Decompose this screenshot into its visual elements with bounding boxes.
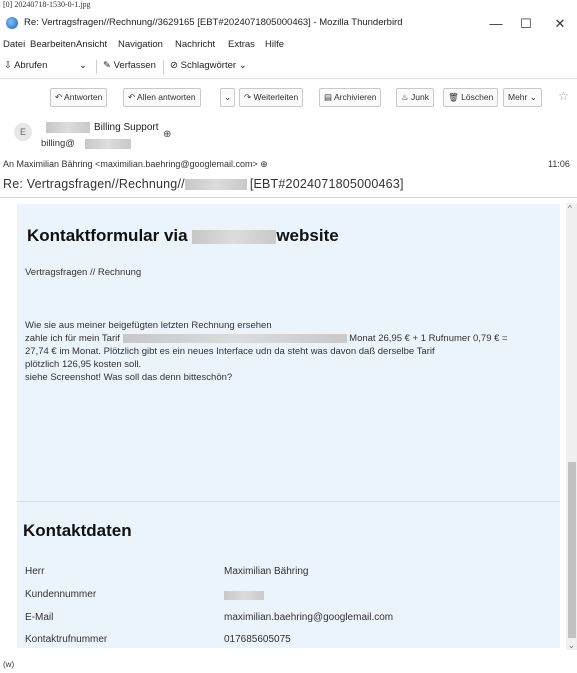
contact-icon[interactable]: ⊕ — [163, 129, 171, 140]
redacted-sender-email — [85, 139, 131, 149]
form-heading: Kontaktformular via website — [27, 226, 339, 246]
redacted-sender-name — [46, 122, 90, 133]
junk-label: Junk — [411, 92, 429, 102]
menu-nachricht[interactable]: Nachricht — [175, 39, 215, 50]
menu-datei[interactable]: Datei — [3, 39, 25, 50]
from-email[interactable]: billing@ — [41, 138, 75, 149]
more-label: Mehr — [508, 92, 528, 102]
forward-button[interactable]: ↷ Weiterleiten — [239, 88, 304, 107]
heading-prefix: Kontaktformular via — [27, 226, 188, 245]
reply-all-label: Allen antworten — [137, 92, 196, 102]
reply-all-dropdown[interactable]: ⌄ — [220, 88, 236, 107]
to-line: An Maximilian Bähring <maximilian.baehri… — [3, 159, 268, 170]
contact-value: Maximilian Bähring — [224, 566, 309, 577]
menu-bar: Datei Bearbeiten Ansicht Navigation Nach… — [0, 36, 577, 54]
star-icon[interactable]: ☆ — [558, 89, 569, 103]
menu-extras[interactable]: Extras — [228, 39, 255, 50]
scroll-down-icon[interactable]: ⌄ — [568, 641, 575, 650]
reply-button[interactable]: ↶ Antworten — [50, 88, 108, 107]
message-time: 11:06 — [548, 159, 570, 169]
archive-label: Archivieren — [333, 92, 377, 102]
to-label: An — [3, 159, 15, 169]
delete-button[interactable]: 🗑 Löschen — [443, 88, 499, 107]
title-bar: Re: Vertragsfragen//Rechnung//3629165 [E… — [0, 12, 577, 36]
contact-label: Kontaktrufnummer — [25, 634, 108, 645]
chevron-down-icon: ⌄ — [238, 60, 247, 71]
body-line: 27,74 € im Monat. Plötzlich gibt es ein … — [25, 346, 435, 357]
minimize-button[interactable]: — — [483, 14, 509, 34]
thunderbird-icon — [6, 17, 18, 29]
junk-icon: ♨ — [401, 92, 409, 102]
compose-label: Verfassen — [113, 60, 156, 71]
section-divider — [17, 501, 560, 502]
reply-all-icon: ↶ — [128, 92, 136, 102]
fetch-icon: ⇩ — [4, 60, 12, 71]
menu-navigation[interactable]: Navigation — [118, 39, 163, 50]
archive-button[interactable]: ▤ Archivieren — [319, 88, 382, 107]
contact-label: Kundennummer — [25, 589, 97, 600]
maximize-button[interactable]: ☐ — [513, 14, 539, 34]
more-button[interactable]: Mehr ⌄ — [503, 88, 542, 107]
status-bar: (w) — [3, 660, 15, 669]
from-name[interactable]: Billing Support — [94, 122, 158, 133]
body-line: plötzlich 126,95 kosten soll. — [25, 359, 142, 370]
tags-button[interactable]: ⊘ Schlagwörter ⌄ — [170, 60, 247, 71]
toolbar-separator — [96, 60, 97, 74]
reply-label: Antworten — [64, 92, 103, 102]
heading-suffix: website — [276, 226, 339, 245]
avatar: E — [14, 123, 32, 141]
reply-icon: ↶ — [55, 92, 63, 102]
window-title: Re: Vertragsfragen//Rechnung//3629165 [E… — [24, 17, 403, 28]
main-toolbar: ⇩ Abrufen ⌄ ✎ Verfassen ⊘ Schlagwörter ⌄ — [0, 56, 577, 79]
scroll-up-icon[interactable]: ^ — [568, 204, 572, 213]
message-subject: Re: Vertragsfragen//Rechnung// [EBT#20240… — [3, 177, 404, 191]
fetch-button[interactable]: ⇩ Abrufen — [4, 60, 47, 71]
pencil-icon: ✎ — [103, 60, 111, 71]
ticket-id: [EBT#2024071805000463] — [249, 177, 404, 191]
tags-label: Schlagwörter — [180, 60, 237, 71]
chevron-down-icon: ⌄ — [224, 92, 232, 102]
contact-icon[interactable]: ⊕ — [260, 159, 268, 169]
compose-button[interactable]: ✎ Verfassen — [103, 60, 156, 71]
contact-value: 017685605075 — [224, 634, 291, 645]
delete-label: Löschen — [461, 92, 494, 102]
redacted-tariff — [122, 333, 347, 343]
body-line-text: zahle ich für mein Tarif — [25, 333, 120, 344]
menu-bearbeiten[interactable]: Bearbeiten — [30, 39, 76, 50]
reply-all-button[interactable]: ↶ Allen antworten — [123, 88, 201, 107]
image-filename-label: [0] 20240718-1530-0-1.jpg — [3, 0, 91, 9]
trash-icon: 🗑 — [448, 92, 459, 102]
menu-ansicht[interactable]: Ansicht — [76, 39, 107, 50]
close-button[interactable]: ✕ — [547, 14, 573, 34]
subject-text: Re: Vertragsfragen//Rechnung// — [3, 177, 185, 191]
body-line: Wie sie aus meiner beigefügten letzten R… — [25, 320, 272, 331]
junk-button[interactable]: ♨ Junk — [396, 88, 434, 107]
contact-value[interactable]: maximilian.baehring@googlemail.com — [224, 612, 393, 623]
fetch-label: Abrufen — [14, 60, 48, 71]
body-line: zahle ich für mein Tarif Monat 26,95 € +… — [25, 333, 508, 344]
body-line-text: Monat 26,95 € + 1 Rufnumer 0,79 € = — [349, 333, 508, 344]
contact-label: E-Mail — [25, 612, 54, 623]
message-action-bar: ↶ Antworten ↶ Allen antworten ⌄ ↷ Weiter… — [0, 86, 577, 110]
chevron-down-icon: ⌄ — [529, 92, 537, 102]
contact-label: Herr — [25, 566, 45, 577]
header-divider — [0, 197, 577, 198]
archive-icon: ▤ — [324, 92, 333, 102]
chevron-down-icon: ⌄ — [79, 60, 87, 71]
to-recipient[interactable]: Maximilian Bähring <maximilian.baehring@… — [17, 159, 258, 169]
forward-icon: ↷ — [244, 92, 252, 102]
redacted-company — [192, 229, 277, 244]
form-category: Vertragsfragen // Rechnung — [25, 267, 142, 278]
body-line: siehe Screenshot! Was soll das denn bitt… — [25, 372, 233, 383]
redacted-customer-number — [224, 591, 264, 600]
scrollbar-thumb[interactable] — [568, 462, 576, 638]
redacted-subject — [184, 179, 247, 191]
forward-label: Weiterleiten — [253, 92, 299, 102]
fetch-dropdown[interactable]: ⌄ — [79, 60, 87, 71]
contact-heading: Kontaktdaten — [23, 521, 132, 540]
toolbar-separator — [163, 60, 164, 74]
menu-hilfe[interactable]: Hilfe — [265, 39, 284, 50]
tag-icon: ⊘ — [170, 60, 178, 71]
